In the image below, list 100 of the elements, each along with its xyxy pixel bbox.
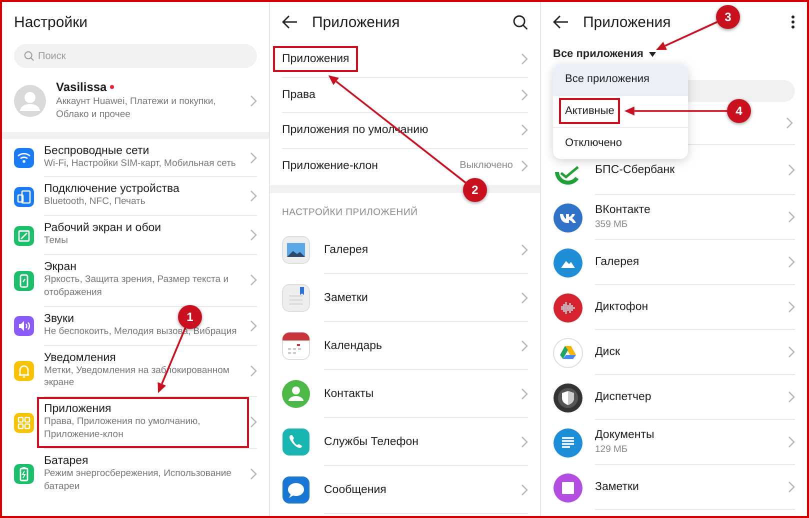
chevron-icon: [788, 256, 795, 268]
screen-title: Приложения: [583, 14, 671, 30]
item-title: Подключение устройства: [44, 183, 180, 196]
document-lines-icon: [553, 428, 583, 458]
chevron-icon: [250, 416, 257, 428]
chevron-icon: [788, 301, 795, 313]
app-size: 129 МБ: [595, 444, 628, 455]
item-subtitle: Яркость, Защита зрения, Размер текста и отображения: [44, 274, 230, 300]
bell-icon: [14, 361, 34, 382]
chevron-icon: [521, 53, 528, 66]
app-name: Документы: [595, 429, 654, 441]
app-row[interactable]: Заметки: [541, 465, 807, 510]
chevron-icon: [521, 388, 528, 400]
section-header: НАСТРОЙКИ ПРИЛОЖЕНИЙ: [281, 205, 419, 220]
apps-grid-icon: [14, 412, 34, 433]
app-row[interactable]: Диск: [541, 330, 807, 375]
item-title: Экран: [44, 261, 76, 274]
app-row[interactable]: Документы 129 МБ: [541, 420, 807, 465]
app-name: БПС-Сбербанк: [595, 164, 675, 176]
chevron-icon: [250, 364, 257, 377]
wifi-icon: [14, 148, 34, 168]
app-row[interactable]: Календарь: [270, 322, 540, 370]
account-name: Vasilissa: [56, 80, 107, 94]
chevron-icon: [250, 274, 257, 286]
back-arrow-icon[interactable]: [282, 15, 298, 29]
app-name: Диктофон: [595, 301, 648, 313]
chat-bubble-icon: [282, 476, 310, 504]
app-row[interactable]: Службы Телефон: [270, 418, 540, 466]
app-name: ВКонтакте: [595, 204, 650, 216]
dropdown-option[interactable]: Все приложения: [553, 64, 688, 96]
filter-dropdown[interactable]: Все приложения: [553, 48, 644, 60]
chevron-icon: [788, 211, 795, 223]
wallpaper-icon: [14, 226, 34, 246]
app-name: Заметки: [324, 292, 369, 304]
app-name: Диск: [595, 346, 620, 358]
chevron-icon: [788, 164, 795, 176]
settings-row[interactable]: Батарея Режим энергосбережения, Использование батареи: [2, 448, 269, 500]
chevron-icon: [250, 468, 257, 480]
item-subtitle: Режим энергосбережения, Использование батареи: [44, 468, 232, 494]
app-name: Сообщения: [324, 484, 388, 496]
app-name: Заметки: [595, 481, 639, 493]
chevron-icon: [250, 152, 257, 164]
chevron-icon: [521, 160, 528, 172]
vk-icon: [553, 202, 583, 232]
highlight-frame: [559, 98, 620, 124]
settings-row[interactable]: Рабочий экран и обои Темы: [2, 216, 269, 256]
shield-icon: [553, 382, 583, 412]
caret-icon: [649, 52, 656, 56]
app-row[interactable]: Диктофон: [541, 285, 807, 330]
chevron-icon: [521, 436, 528, 448]
calendar-icon: [282, 332, 310, 360]
search-icon[interactable]: [513, 14, 528, 30]
status-value: Выключено: [460, 160, 513, 172]
app-row[interactable]: Сообщения: [270, 466, 540, 514]
mountain-icon: [553, 248, 583, 278]
app-row[interactable]: Заметки: [270, 274, 540, 322]
search-field[interactable]: Поиск: [14, 44, 257, 68]
phone-screen-icon: [14, 270, 34, 291]
chevron-icon: [250, 229, 257, 242]
chevron-icon: [788, 436, 795, 448]
chevron-icon: [521, 124, 528, 136]
app-name: Службы Телефон: [324, 436, 420, 448]
item-subtitle: Права, Приложения по умолчанию, Приложение-клон: [44, 416, 202, 442]
item-title: Рабочий экран и обои: [44, 222, 162, 234]
settings-row[interactable]: Приложения Права, Приложения по умолчанию, Приложение-клон: [2, 397, 269, 449]
chevron-icon: [788, 391, 795, 403]
phone-handset-icon: [282, 428, 310, 456]
chevron-icon: [521, 88, 528, 101]
item-title: Уведомления: [44, 352, 116, 364]
settings-row[interactable]: Беспроводные сети Wi-Fi, Настройки SIM-карт, Мобильная сеть: [2, 138, 269, 178]
chevron-icon: [521, 292, 528, 304]
step-number: 1: [178, 304, 202, 329]
menu-row[interactable]: Приложения: [282, 42, 528, 78]
devices-icon: [14, 186, 34, 207]
settings-row[interactable]: Экран Яркость, Защита зрения, Размер текста и отображения: [2, 255, 269, 307]
app-row[interactable]: Галерея: [270, 226, 540, 274]
app-size: 359 МБ: [595, 219, 628, 230]
app-row[interactable]: ВКонтакте 359 МБ: [541, 195, 807, 240]
app-name: Диспетчер: [595, 391, 652, 403]
settings-row[interactable]: Подключение устройства Bluetooth, NFC, Печать: [2, 177, 269, 216]
item-title: Приложения: [44, 403, 112, 416]
avatar-icon: [14, 84, 46, 117]
screen-title: Настройки: [14, 14, 89, 30]
gallery-icon: [282, 236, 310, 264]
speaker-icon: [14, 316, 34, 336]
app-row[interactable]: Диспетчер: [541, 375, 807, 420]
dropdown-option[interactable]: Отключено: [553, 128, 688, 159]
item-title: Батарея: [44, 454, 88, 467]
person-icon: [282, 380, 310, 408]
battery-icon: [14, 464, 34, 484]
item-subtitle: Wi-Fi, Настройки SIM-карт, Мобильная сеть: [44, 158, 236, 170]
back-arrow-icon[interactable]: [553, 15, 569, 29]
app-name: Контакты: [324, 388, 375, 400]
menu-label: Приложения: [282, 53, 350, 66]
app-row[interactable]: Галерея: [541, 240, 807, 285]
app-row[interactable]: Контакты: [270, 370, 540, 418]
chevron-icon: [788, 481, 795, 493]
more-options-icon[interactable]: [791, 15, 795, 29]
step-number: 3: [716, 5, 740, 29]
account-row[interactable]: Vasilissa Аккаунт Huawei, Платежи и покупки, Облако и прочее: [2, 76, 269, 132]
